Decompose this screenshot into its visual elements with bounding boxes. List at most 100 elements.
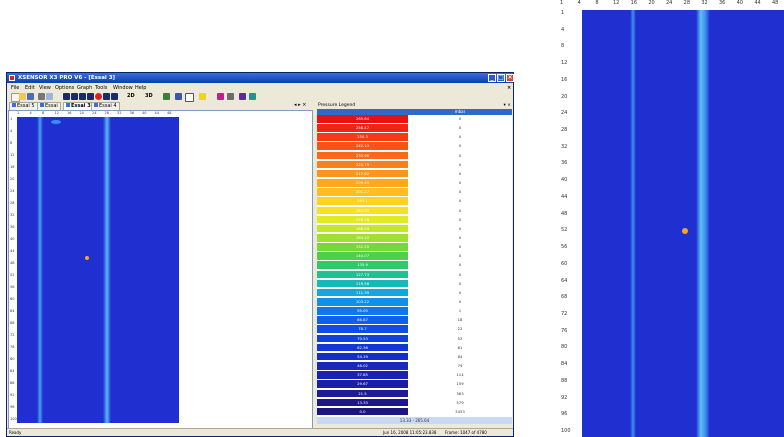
cursor-marker-icon: [682, 228, 688, 234]
row-tick: 88: [10, 381, 15, 385]
row-tick: 76: [10, 345, 15, 349]
doc-icon: [40, 103, 44, 107]
tab-essai-5[interactable]: Essai 5: [9, 102, 38, 110]
row-tick: 64: [561, 277, 568, 284]
preview-icon[interactable]: [46, 93, 53, 100]
view-2d-button[interactable]: 2D: [127, 93, 135, 99]
column-tick: 1: [17, 111, 20, 115]
legend-row: 209.45 0: [317, 179, 512, 187]
first-frame-icon[interactable]: [63, 93, 70, 100]
paint-icon[interactable]: [199, 93, 206, 100]
legend-row: 135.9 0: [317, 261, 512, 269]
legend-row: 233.96 0: [317, 151, 512, 160]
legend-value: 119.56: [317, 279, 408, 288]
graph-icon[interactable]: [163, 93, 170, 100]
menu-view[interactable]: View: [39, 85, 51, 91]
row-tick: 8: [561, 43, 565, 50]
tab-nav-controls[interactable]: ◂ ▸ ×: [294, 102, 306, 109]
overflow-icon[interactable]: [249, 93, 256, 100]
pressure-map-document: 1 4 8 12 16 20 24 28 32 36 40 44 48 1 4 8 12 16 20 24 28 32 3…: [8, 110, 313, 429]
legend-value: 13.33: [317, 398, 408, 407]
color-bar-icon[interactable]: [217, 93, 224, 100]
legend-value: 184.93: [317, 206, 408, 215]
tab-label: Essai 5: [17, 103, 35, 109]
doc-icon: [12, 103, 16, 107]
column-tick: 4: [577, 0, 581, 6]
legend-count: 0: [458, 143, 462, 149]
legend-value: 29.67: [317, 380, 408, 388]
tab-essai-3[interactable]: Essai 3: [63, 102, 94, 110]
legend-row: 168.59 0: [317, 224, 512, 233]
row-tick: 72: [561, 310, 568, 317]
legend-value: 70.53: [317, 334, 408, 343]
legend-row: 242.13 0: [317, 142, 512, 150]
legend-row: 103.22 0: [317, 298, 512, 306]
zoom-icon[interactable]: [239, 93, 246, 100]
menu-edit[interactable]: Edit: [25, 85, 35, 91]
title-bar[interactable]: XSENSOR X3 PRO V6 - [Essai 3] _ □ ×: [7, 73, 514, 83]
legend-row: 86.87 18: [317, 316, 512, 324]
save-icon[interactable]: [27, 93, 34, 100]
print-icon[interactable]: [38, 93, 45, 100]
maximize-button[interactable]: □: [497, 74, 505, 82]
minimize-button[interactable]: _: [488, 74, 496, 82]
window-icon[interactable]: [185, 93, 194, 102]
legend-value: 250.3: [317, 133, 408, 141]
play-icon[interactable]: [103, 93, 110, 100]
column-tick: 20: [79, 111, 84, 115]
doc-close-button[interactable]: ×: [507, 85, 511, 91]
legend-value: 176.76: [317, 215, 408, 224]
menu-window[interactable]: Window: [113, 85, 133, 91]
legend-value: 62.36: [317, 343, 408, 352]
legend-pane-controls[interactable]: ▾ ×: [504, 103, 511, 108]
tab-essai-4[interactable]: Essai 4: [91, 102, 120, 110]
legend-value: 95.05: [317, 307, 408, 315]
row-tick: 48: [10, 261, 15, 265]
legend-row: 176.76 0: [317, 215, 512, 224]
row-tick: 56: [561, 244, 568, 251]
close-button[interactable]: ×: [506, 74, 514, 82]
row-tick: 56: [10, 285, 15, 289]
column-tick: 28: [683, 0, 691, 6]
play-back-icon[interactable]: [79, 93, 86, 100]
legend-row: 250.3 0: [317, 133, 512, 141]
row-tick: 80: [561, 344, 568, 351]
legend-value: 201.27: [317, 188, 408, 196]
app-icon[interactable]: [9, 75, 15, 81]
column-tick: 12: [613, 0, 620, 6]
legend-row: 258.47 0: [317, 124, 512, 132]
menu-options[interactable]: Options: [55, 85, 74, 91]
palette-icon[interactable]: [227, 93, 234, 100]
row-tick: 64: [10, 309, 15, 313]
legend-count: 579: [456, 399, 464, 405]
column-tick: 36: [129, 111, 134, 115]
last-frame-icon[interactable]: [111, 93, 118, 100]
legend-count: 0: [458, 289, 462, 295]
pressure-heatmap[interactable]: [17, 117, 179, 423]
column-tick: 36: [719, 0, 726, 6]
record-icon[interactable]: [95, 93, 102, 100]
stop-icon[interactable]: [87, 93, 94, 100]
menu-graph[interactable]: Graph: [77, 85, 92, 91]
view-3d-button[interactable]: 3D: [145, 93, 153, 99]
legend-count: 0: [458, 116, 462, 121]
grid-icon[interactable]: [175, 93, 182, 100]
menu-help[interactable]: Help: [135, 85, 146, 91]
tab-essai[interactable]: Essai: [37, 102, 61, 110]
legend-row: 62.36 61: [317, 343, 512, 352]
legend-count: 0: [458, 180, 462, 186]
column-tick: 28: [104, 111, 109, 115]
row-tick: 32: [561, 143, 568, 150]
prev-frame-icon[interactable]: [71, 93, 78, 100]
enlarged-pressure-heatmap[interactable]: [582, 10, 784, 437]
menu-file[interactable]: File: [11, 85, 19, 91]
open-icon[interactable]: [19, 93, 26, 100]
column-tick: 32: [701, 0, 708, 6]
column-tick: 40: [736, 0, 744, 6]
row-tick: 92: [561, 394, 568, 401]
row-tick: 8: [10, 141, 13, 145]
menu-tools[interactable]: Tools: [95, 85, 107, 91]
row-tick: 1: [561, 10, 565, 16]
legend-count: 0: [458, 189, 462, 195]
legend-count: 84: [457, 353, 463, 359]
